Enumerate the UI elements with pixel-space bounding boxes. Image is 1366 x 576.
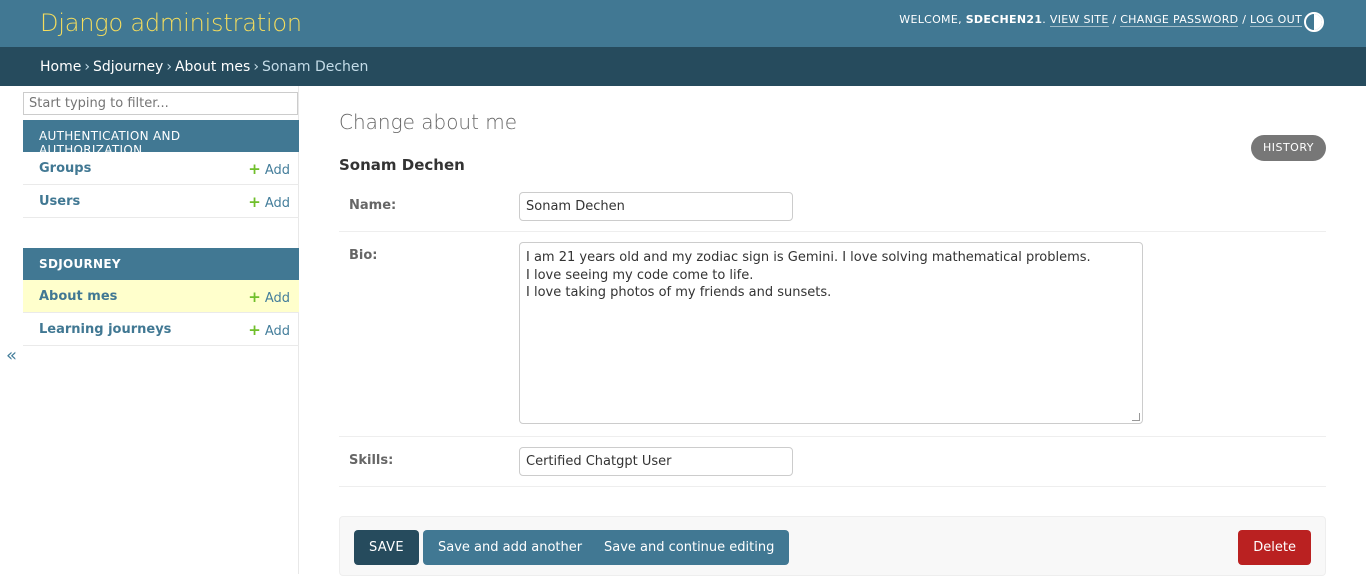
user-tools: WELCOME, SDECHEN21. VIEW SITE / CHANGE P… [899,13,1302,27]
bio-label: Bio: [349,248,378,263]
sidebar-item-about-mes[interactable]: About mes + Add [23,280,299,313]
plus-icon: + [248,193,261,211]
name-label: Name: [349,198,397,213]
save-and-add-another-button[interactable]: Save and add another [423,530,598,565]
collapse-sidebar-icon[interactable]: « [6,345,17,366]
save-button[interactable]: SAVE [354,530,419,565]
sidebar: AUTHENTICATION AND AUTHORIZATION Groups … [22,86,299,574]
sidebar-item-users[interactable]: Users + Add [23,185,299,218]
breadcrumb-current: Sonam Dechen [261,59,369,75]
header: Django administration WELCOME, SDECHEN21… [0,0,1366,47]
view-site-link[interactable]: VIEW SITE [1049,13,1109,27]
breadcrumb-home[interactable]: Home [40,59,81,75]
add-learning-journey-link[interactable]: + Add [248,321,290,339]
plus-icon: + [248,288,261,306]
username: SDECHEN21 [965,13,1043,26]
history-button[interactable]: HISTORY [1250,135,1326,161]
breadcrumb-model[interactable]: About mes [175,59,250,75]
site-brand[interactable]: Django administration [40,9,302,37]
form-row-bio: Bio: I am 21 years old and my zodiac sig… [339,232,1326,437]
object-name: Sonam Dechen [339,156,465,174]
log-out-link[interactable]: LOG OUT [1250,13,1302,27]
add-label: Add [264,324,290,339]
breadcrumb-app[interactable]: Sdjourney [93,59,163,75]
plus-icon: + [248,160,261,178]
sidebar-filter-input[interactable] [23,92,298,115]
plus-icon: + [248,321,261,339]
add-label: Add [264,163,290,178]
main-content: Change about me HISTORY Sonam Dechen Nam… [339,86,1326,576]
module-caption-auth[interactable]: AUTHENTICATION AND AUTHORIZATION [23,120,299,157]
sidebar-item-label[interactable]: Learning journeys [39,322,171,337]
breadcrumb-separator: › [84,59,90,75]
bio-textarea[interactable]: I am 21 years old and my zodiac sign is … [519,242,1143,424]
module-caption-sdjourney[interactable]: SDJOURNEY [23,248,299,280]
add-about-me-link[interactable]: + Add [248,288,290,306]
change-password-link[interactable]: CHANGE PASSWORD [1120,13,1239,27]
sidebar-item-label[interactable]: Groups [39,161,91,176]
theme-toggle-icon[interactable] [1304,12,1324,32]
separator: / [1108,13,1121,26]
submit-row: SAVE Save and add another Save and conti… [339,516,1326,576]
add-label: Add [264,291,290,306]
separator: / [1238,13,1251,26]
welcome-text: WELCOME, [899,13,966,26]
add-groups-link[interactable]: + Add [248,160,290,178]
save-and-continue-button[interactable]: Save and continue editing [589,530,790,565]
name-field[interactable]: Sonam Dechen [519,192,793,221]
add-users-link[interactable]: + Add [248,193,290,211]
period: . [1042,13,1050,26]
skills-field[interactable]: Certified Chatgpt User [519,447,793,476]
delete-button[interactable]: Delete [1238,530,1311,565]
breadcrumb-separator: › [253,59,259,75]
add-label: Add [264,196,290,211]
page-title: Change about me [339,110,518,134]
sidebar-item-learning-journeys[interactable]: Learning journeys + Add [23,313,299,346]
form-row-name: Name: Sonam Dechen [339,182,1326,232]
bio-text: I am 21 years old and my zodiac sign is … [526,250,1091,300]
sidebar-item-groups[interactable]: Groups + Add [23,152,299,185]
skills-label: Skills: [349,453,394,468]
breadcrumb-separator: › [166,59,172,75]
resize-handle-icon[interactable] [1132,413,1140,421]
sidebar-item-label[interactable]: About mes [39,289,117,304]
form-row-skills: Skills: Certified Chatgpt User [339,437,1326,487]
breadcrumb: Home › Sdjourney › About mes › Sonam Dechen [0,47,1366,86]
sidebar-item-label[interactable]: Users [39,194,80,209]
